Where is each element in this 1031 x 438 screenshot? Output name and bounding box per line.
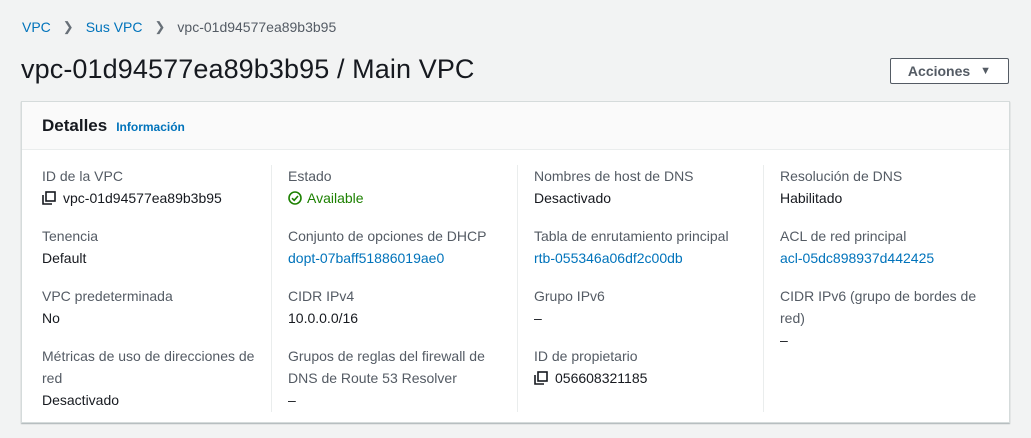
breadcrumb: VPC ❯ Sus VPC ❯ vpc-01d94577ea89b3b95 [22,19,336,35]
chevron-right-icon: ❯ [62,19,74,34]
field-value: Habilitado [780,190,843,206]
field-ipv6-pool: Grupo IPv6 – [534,285,759,329]
field-default-vpc: VPC predeterminada No [42,285,267,329]
caret-down-icon: ▼ [980,65,992,77]
field-label: CIDR IPv4 [288,288,355,304]
field-label: Métricas de uso de direcciones de red [42,348,255,386]
field-network-address-metrics: Métricas de uso de direcciones de red De… [42,345,257,411]
field-owner-id: ID de propietario 056608321185 [534,345,759,389]
main-route-table-link[interactable]: rtb-055346a06df2c00db [534,247,759,269]
state-value: Available [307,190,364,206]
owner-id-value: 056608321185 [555,370,648,386]
field-value: – [780,332,788,348]
field-label: Estado [288,168,332,184]
field-value: 056608321185 [534,367,759,389]
field-vpc-id: ID de la VPC vpc-01d94577ea89b3b95 [42,165,267,209]
breadcrumb-vpc[interactable]: VPC [22,19,51,35]
field-tenancy: Tenencia Default [42,225,267,269]
field-label: Grupos de reglas del firewall de DNS de … [288,348,485,386]
field-ipv4-cidr: CIDR IPv4 10.0.0.0/16 [288,285,513,329]
details-panel-header: Detalles Información [22,102,1009,150]
field-label: ACL de red principal [780,228,907,244]
field-main-network-acl: ACL de red principal acl-05dc898937d4424… [780,225,1005,269]
field-dhcp-options: Conjunto de opciones de DHCP dopt-07baff… [288,225,513,269]
field-label: Tenencia [42,228,99,244]
breadcrumb-current: vpc-01d94577ea89b3b95 [177,19,337,35]
field-ipv6-cidr: CIDR IPv6 (grupo de bordes de red) – [780,285,980,351]
actions-button[interactable]: Acciones ▼ [890,58,1009,84]
field-label: Resolución de DNS [780,168,903,184]
field-label: CIDR IPv6 (grupo de bordes de red) [780,288,977,326]
page-title: vpc-01d94577ea89b3b95 / Main VPC [21,54,475,84]
field-value: Desactivado [42,392,120,408]
field-value: vpc-01d94577ea89b3b95 [42,187,267,209]
details-panel: Detalles Información ID de la VPC vpc-01… [21,101,1010,423]
field-value: No [42,310,60,326]
details-column-2: Estado Available Conjunto de opciones de… [271,165,497,412]
field-state: Estado Available [288,165,513,209]
details-column-4: Resolución de DNS Habilitado ACL de red … [763,165,989,412]
field-value: Desactivado [534,190,612,206]
field-dns-hostnames: Nombres de host de DNS Desactivado [534,165,759,209]
field-label: Grupo IPv6 [534,288,605,304]
field-label: Nombres de host de DNS [534,168,694,184]
field-label: Conjunto de opciones de DHCP [288,228,487,244]
field-label: Tabla de enrutamiento principal [534,228,729,244]
vpc-id-value: vpc-01d94577ea89b3b95 [63,190,222,206]
field-value: 10.0.0.0/16 [288,310,359,326]
field-value: Available [288,187,513,209]
field-label: VPC predeterminada [42,288,173,304]
field-label: ID de propietario [534,348,638,364]
field-route53-firewall: Grupos de reglas del firewall de DNS de … [288,345,503,411]
actions-button-label: Acciones [907,63,971,79]
chevron-right-icon: ❯ [154,19,166,34]
field-value: – [534,310,542,326]
main-network-acl-link[interactable]: acl-05dc898937d442425 [780,247,1005,269]
field-value: Default [42,250,87,266]
field-main-route-table: Tabla de enrutamiento principal rtb-0553… [534,225,759,269]
breadcrumb-your-vpcs[interactable]: Sus VPC [86,19,143,35]
copy-icon[interactable] [534,371,548,385]
details-grid: ID de la VPC vpc-01d94577ea89b3b95 Tenen… [22,150,1009,422]
info-link[interactable]: Información [116,120,185,134]
field-value: – [288,392,296,408]
field-dns-resolution: Resolución de DNS Habilitado [780,165,1005,209]
field-label: ID de la VPC [42,168,123,184]
dhcp-options-link[interactable]: dopt-07baff51886019ae0 [288,247,513,269]
details-title: Detalles [42,115,108,135]
status-ok-icon [288,191,302,205]
copy-icon[interactable] [42,191,56,205]
details-column-3: Nombres de host de DNS Desactivado Tabla… [517,165,743,412]
